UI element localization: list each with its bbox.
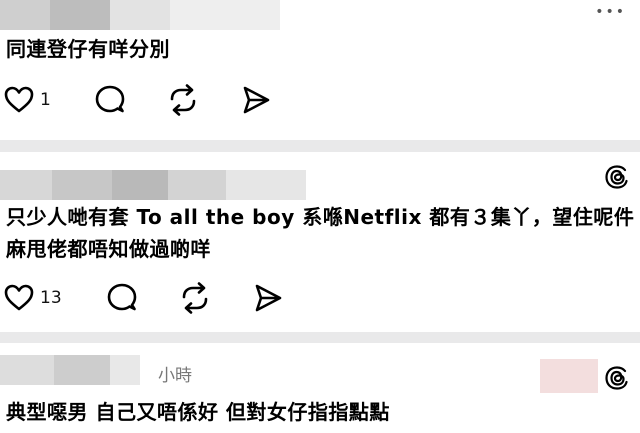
post-actions: 13 <box>4 280 304 316</box>
redacted-username-block <box>50 0 110 30</box>
redacted-username-block <box>168 170 226 200</box>
redacted-username-block <box>0 0 50 30</box>
share-button[interactable] <box>240 82 272 118</box>
share-icon <box>243 86 270 114</box>
post-text: 典型噁男 自己又唔係好 但對女仔指指點點 <box>6 400 390 424</box>
share-button[interactable] <box>252 280 284 316</box>
post-3: 小時 典型噁男 自己又唔係好 但對女仔指指點點 <box>0 343 640 433</box>
like-count: 13 <box>40 288 62 308</box>
post-timestamp: 小時 <box>158 366 192 386</box>
repost-icon <box>182 282 208 314</box>
redacted-username-block <box>226 170 306 200</box>
share-icon <box>255 284 282 312</box>
comment-button[interactable] <box>94 82 126 118</box>
redacted-username-block <box>0 355 54 385</box>
more-options-icon[interactable]: ••• <box>595 4 626 20</box>
post-text-line-2: 麻甩佬都唔知做過啲咩 <box>6 237 211 261</box>
post-text-line-1: 只少人哋有套 To all the boy 系喺Netflix 都有３集丫，望住… <box>6 205 635 229</box>
comment-icon <box>107 283 137 311</box>
threads-logo-icon <box>605 165 628 189</box>
redacted-avatar-block <box>540 359 598 393</box>
post-text: 同連登仔有咩分別 <box>6 37 170 61</box>
repost-icon <box>170 84 196 116</box>
redacted-username-block <box>110 355 140 385</box>
heart-icon <box>4 86 34 113</box>
redacted-username-block <box>54 355 110 385</box>
post-1: ••• 同連登仔有咩分別 1 <box>0 0 640 140</box>
repost-button[interactable] <box>166 82 200 118</box>
redacted-username-block <box>52 170 112 200</box>
post-actions: 1 <box>4 82 304 118</box>
redacted-username-block <box>112 170 168 200</box>
threads-logo-icon <box>605 366 628 390</box>
like-count: 1 <box>40 90 51 110</box>
comment-icon <box>95 85 125 113</box>
redacted-username-block <box>0 170 52 200</box>
like-button[interactable]: 1 <box>4 82 51 118</box>
redacted-username-block <box>110 0 170 30</box>
comment-button[interactable] <box>106 280 138 316</box>
post-2: 只少人哋有套 To all the boy 系喺Netflix 都有３集丫，望住… <box>0 152 640 332</box>
redacted-username-block <box>170 0 280 30</box>
repost-button[interactable] <box>178 280 212 316</box>
heart-icon <box>4 284 34 311</box>
like-button[interactable]: 13 <box>4 280 62 316</box>
